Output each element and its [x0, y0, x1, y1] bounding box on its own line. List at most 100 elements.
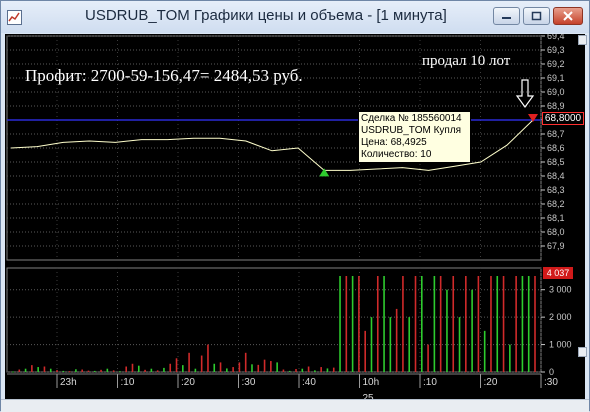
minimize-icon	[502, 17, 511, 19]
volume-tick-label: 3 000	[549, 285, 572, 295]
chart-window: USDRUB_TOM Графики цены и объема - [1 ми…	[0, 0, 590, 412]
volume-bar	[62, 370, 65, 372]
deal-tooltip: Сделка № 185560014 USDRUB_TOM Купля Цена…	[358, 111, 471, 163]
volume-bar	[483, 330, 486, 372]
volume-bar	[527, 276, 530, 372]
volume-bar	[288, 370, 291, 372]
volume-bar	[282, 369, 285, 372]
chart-area[interactable]: 69,469,369,269,169,068,968,868,768,668,5…	[5, 34, 585, 408]
window-title: USDRUB_TOM Графики цены и объема - [1 ми…	[85, 7, 447, 24]
volume-bar	[339, 276, 341, 372]
price-tick-label: 69,0	[547, 87, 565, 97]
volume-bar	[395, 308, 398, 372]
price-tick-label: 68,5	[547, 157, 565, 167]
volume-bar	[420, 276, 423, 372]
volume-bar	[200, 355, 203, 372]
volume-bar	[414, 276, 417, 372]
volume-bar	[345, 276, 348, 372]
profit-annotation: Профит: 2700-59-156,47= 2484,53 руб.	[25, 66, 303, 85]
volume-bar	[56, 370, 58, 372]
volume-bar	[68, 371, 71, 373]
volume-bar	[207, 344, 209, 372]
volume-bar	[515, 276, 517, 372]
volume-bar	[156, 370, 159, 372]
volume-tick-label: 2 000	[549, 312, 572, 322]
volume-bar	[24, 368, 27, 372]
volume-bar	[370, 317, 373, 372]
volume-bar	[37, 367, 39, 372]
volume-bar	[137, 365, 140, 372]
price-volume-chart: 69,469,369,269,169,068,968,868,768,668,5…	[6, 34, 572, 404]
volume-bar	[163, 367, 165, 372]
price-tick-label: 68,0	[547, 227, 565, 237]
price-tick-label: 69,4	[547, 34, 565, 41]
volume-bar	[301, 368, 304, 372]
price-tick-label: 68,6	[547, 143, 565, 153]
volume-bar	[477, 276, 480, 372]
volume-bar	[75, 369, 77, 372]
time-tick-label: :30	[242, 377, 256, 388]
volume-bar	[307, 366, 310, 372]
price-tick-label: 68,2	[547, 199, 565, 209]
volume-bar	[12, 371, 14, 373]
volume-bar	[226, 368, 228, 372]
chart-app-icon	[7, 10, 22, 25]
volume-bar	[358, 276, 360, 372]
volume-bar	[496, 276, 499, 372]
title-bar[interactable]: USDRUB_TOM Графики цены и объема - [1 ми…	[1, 1, 589, 33]
volume-bar	[244, 352, 247, 372]
volume-bar	[439, 276, 442, 372]
volume-bar	[182, 365, 184, 372]
volume-bar	[131, 363, 134, 372]
volume-bar	[43, 366, 46, 372]
volume-bar	[194, 368, 197, 372]
price-tick-label: 69,3	[547, 45, 565, 55]
scroll-up-arrow[interactable]	[578, 35, 587, 45]
price-tick-label: 68,9	[547, 101, 565, 111]
down-arrow-icon	[515, 79, 535, 109]
maximize-icon	[531, 11, 542, 21]
volume-bar	[188, 352, 190, 372]
volume-bar	[112, 370, 115, 372]
volume-bar	[106, 368, 109, 372]
volume-bar	[93, 370, 96, 372]
volume-panel-frame	[6, 267, 542, 373]
time-tick-label: 23h	[60, 377, 77, 388]
volume-bar	[87, 370, 90, 372]
tooltip-price: Цена: 68,4925	[361, 137, 427, 148]
volume-bar	[219, 362, 222, 372]
scroll-down-arrow[interactable]	[578, 347, 587, 357]
maximize-button[interactable]	[523, 7, 550, 25]
price-tick-label: 67,9	[547, 241, 565, 251]
volume-bar	[213, 363, 216, 372]
volume-bar	[31, 365, 33, 372]
buy-marker	[319, 168, 330, 177]
volume-bar	[276, 362, 278, 372]
volume-bar	[238, 362, 241, 372]
volume-bar	[320, 367, 322, 372]
price-tick-label: 68,3	[547, 185, 565, 195]
horizontal-scrollbar[interactable]	[1, 399, 589, 412]
time-tick-label: :20	[484, 377, 498, 388]
volume-bar	[376, 276, 379, 372]
volume-bar	[427, 344, 429, 372]
volume-bar	[490, 276, 492, 372]
volume-bar	[389, 317, 392, 372]
volume-bar	[49, 368, 52, 372]
tooltip-deal-number: Сделка № 185560014	[361, 113, 462, 124]
price-tick-label: 68,4	[547, 171, 565, 181]
price-tick-label: 69,2	[547, 59, 565, 69]
volume-bar	[263, 359, 266, 372]
volume-bar	[295, 368, 297, 372]
volume-bar	[175, 358, 178, 372]
current-price-tag: 68,8000	[542, 112, 584, 125]
volume-bar	[402, 276, 404, 372]
close-button[interactable]	[553, 7, 583, 25]
minimize-button[interactable]	[493, 7, 520, 25]
volume-bar	[18, 369, 21, 372]
volume-bar	[332, 367, 335, 372]
volume-bar	[408, 317, 411, 372]
sell-marker	[528, 114, 538, 122]
volume-bar	[534, 276, 536, 372]
volume-bar	[326, 368, 329, 372]
